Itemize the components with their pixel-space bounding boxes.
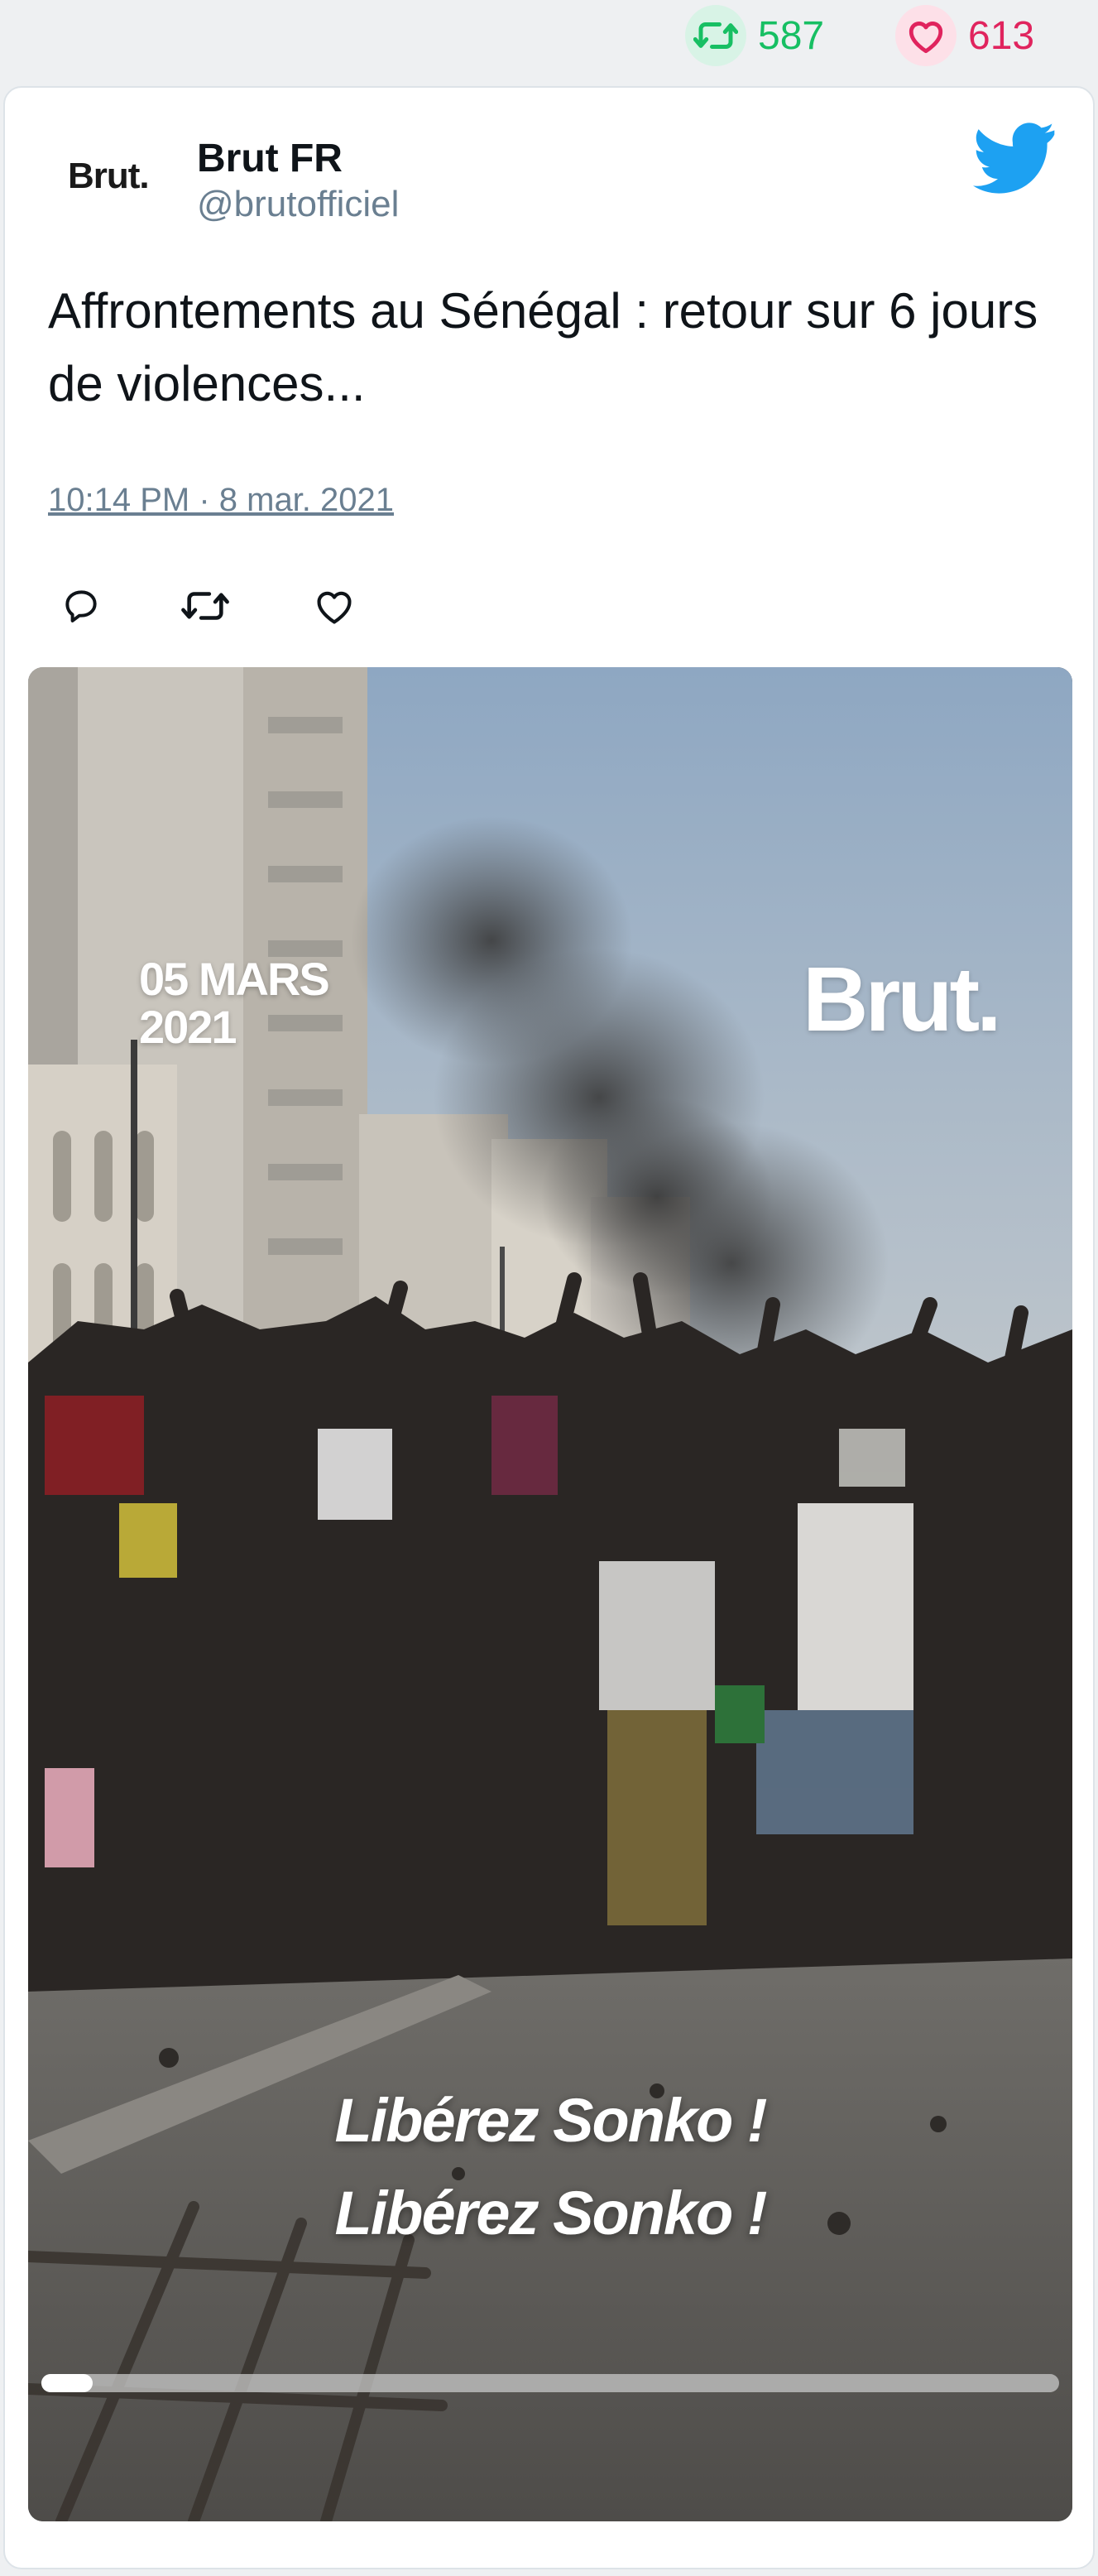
heart-icon — [895, 5, 957, 66]
retweet-count: 587 — [758, 13, 825, 58]
tweet-text: Affrontements au Sénégal : retour sur 6 … — [48, 283, 1038, 411]
author-name[interactable]: Brut FR — [197, 136, 343, 181]
video-progress-fill — [41, 2374, 93, 2392]
engagement-stats: 587 613 — [0, 0, 1098, 73]
video-caption-line: Libérez Sonko ! — [334, 2086, 768, 2155]
heart-icon — [317, 591, 352, 624]
video-progress-bar[interactable] — [41, 2374, 1059, 2392]
tweet-timestamp[interactable]: 10:14 PM · 8 mar. 2021 — [48, 482, 394, 519]
video-caption: Libérez Sonko ! Libérez Sonko ! — [28, 2074, 1072, 2260]
video-brand-overlay: Brut. — [803, 949, 1002, 1050]
retweet-button[interactable] — [172, 573, 238, 639]
like-stat[interactable]: 613 — [895, 5, 1034, 66]
reply-icon — [65, 590, 97, 622]
like-count: 613 — [968, 13, 1035, 58]
retweet-icon — [685, 5, 746, 66]
video-date-overlay: 05 MARS 2021 — [139, 953, 330, 1053]
twitter-bird-icon[interactable] — [973, 119, 1056, 194]
video-caption-line: Libérez Sonko ! — [334, 2179, 768, 2247]
tweet-card: Brut. Brut FR @brutofficiel Affrontement… — [3, 86, 1095, 2569]
reply-button[interactable] — [48, 573, 114, 639]
retweet-icon — [181, 592, 229, 620]
video-player[interactable]: 05 MARS 2021 Brut. Libérez Sonko ! Libér… — [28, 667, 1072, 2521]
author-avatar[interactable]: Brut. — [68, 156, 150, 197]
retweet-stat[interactable]: 587 — [685, 5, 824, 66]
like-button[interactable] — [301, 573, 367, 639]
author-handle[interactable]: @brutofficiel — [197, 184, 399, 225]
